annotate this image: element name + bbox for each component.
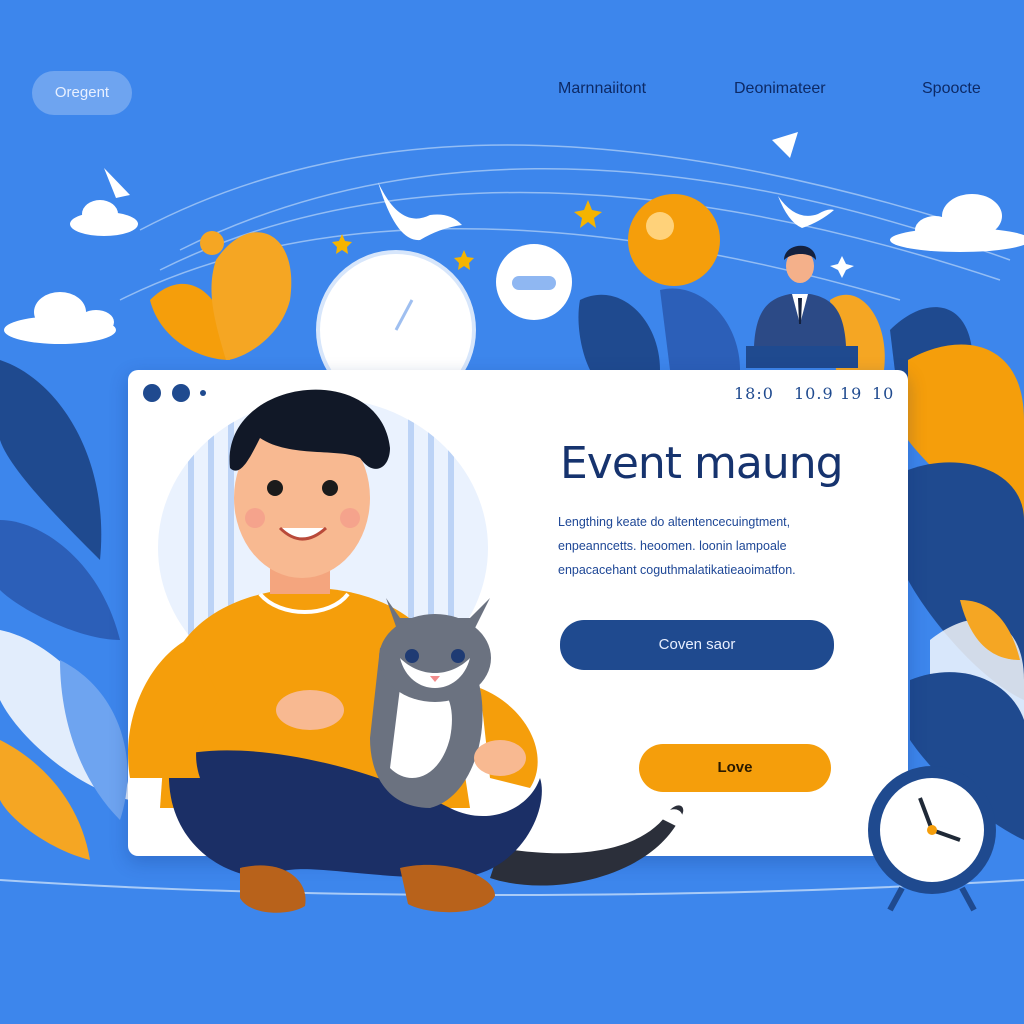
window-stat: 18:0 (734, 384, 774, 403)
window-stat: 10 (872, 384, 895, 403)
person-with-cat-illustration (128, 389, 684, 913)
businessman-illustration (746, 245, 858, 368)
nav-link-deonimateer[interactable]: Deonimateer (734, 79, 826, 99)
nav-link-spoocte[interactable]: Spoocte (922, 79, 981, 99)
logo-button[interactable]: Oregent (32, 71, 132, 115)
window-stat: 10.9 (794, 384, 834, 403)
nav-link-marnnaiitont[interactable]: Marnnaiitont (558, 79, 646, 99)
window-stat: 19 (840, 384, 863, 403)
alarm-clock-icon (868, 766, 996, 912)
